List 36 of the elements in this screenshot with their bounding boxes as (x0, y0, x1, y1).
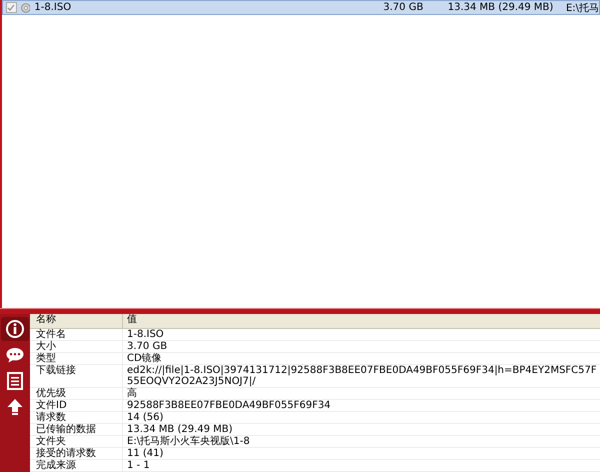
property-name: 文件ID (35, 400, 68, 411)
disc-icon (20, 2, 30, 12)
property-value: 3.70 GB (122, 341, 600, 352)
property-name: 下载链接 (35, 365, 77, 378)
info-icon (5, 319, 25, 339)
property-value: 92588F3B8EE07FBE0DA49BF055F69F34 (122, 400, 600, 411)
property-value: CD镜像 (122, 353, 600, 364)
property-value: 1-8.ISO (122, 329, 600, 340)
upload-arrow-icon (6, 398, 24, 416)
property-value: 14 (56) (122, 412, 600, 423)
property-value: ed2k://|file|1-8.ISO|3974131712|92588F3B8EE07FBE0DA49BF055F69F34|h=BP4EY2MSFC57F55EOQVY2O2A23J5NOJ7|/ (122, 365, 600, 387)
chat-bubble-icon (5, 346, 25, 364)
property-value: E:\托马斯小火车央视版\1-8 (122, 436, 600, 447)
property-name: 请求数 (35, 412, 67, 423)
property-name: 文件夹 (35, 436, 67, 447)
column-header[interactable]: 名称 (30, 314, 123, 328)
property-value: 高 (122, 388, 600, 399)
property-name: 接受的请求数 (35, 448, 97, 459)
sidebar-tab[interactable] (1, 317, 29, 341)
file-name: 1-8.ISO (34, 2, 72, 13)
property-value: 1 - 1 (122, 460, 600, 471)
list-icon (7, 372, 23, 390)
checkbox[interactable] (6, 2, 17, 13)
download-row[interactable]: 1-8.ISO 3.70 GB 13.34 MB (29.49 MB) E:\托马 (2, 0, 600, 15)
property-name: 文件名 (35, 329, 67, 340)
property-name: 优先级 (35, 388, 67, 399)
property-name: 已传输的数据 (35, 424, 97, 435)
property-name: 类型 (35, 353, 57, 364)
transferred-amount: 13.34 MB (29.49 MB) (448, 2, 554, 13)
property-value: 13.34 MB (29.49 MB) (122, 424, 600, 435)
property-name: 完成来源 (35, 460, 77, 471)
property-value: 11 (41) (122, 448, 600, 459)
folder-path: E:\托马 (566, 2, 599, 14)
file-size: 3.70 GB (383, 2, 424, 13)
property-name: 大小 (35, 341, 57, 352)
column-header[interactable]: 值 (123, 314, 600, 328)
